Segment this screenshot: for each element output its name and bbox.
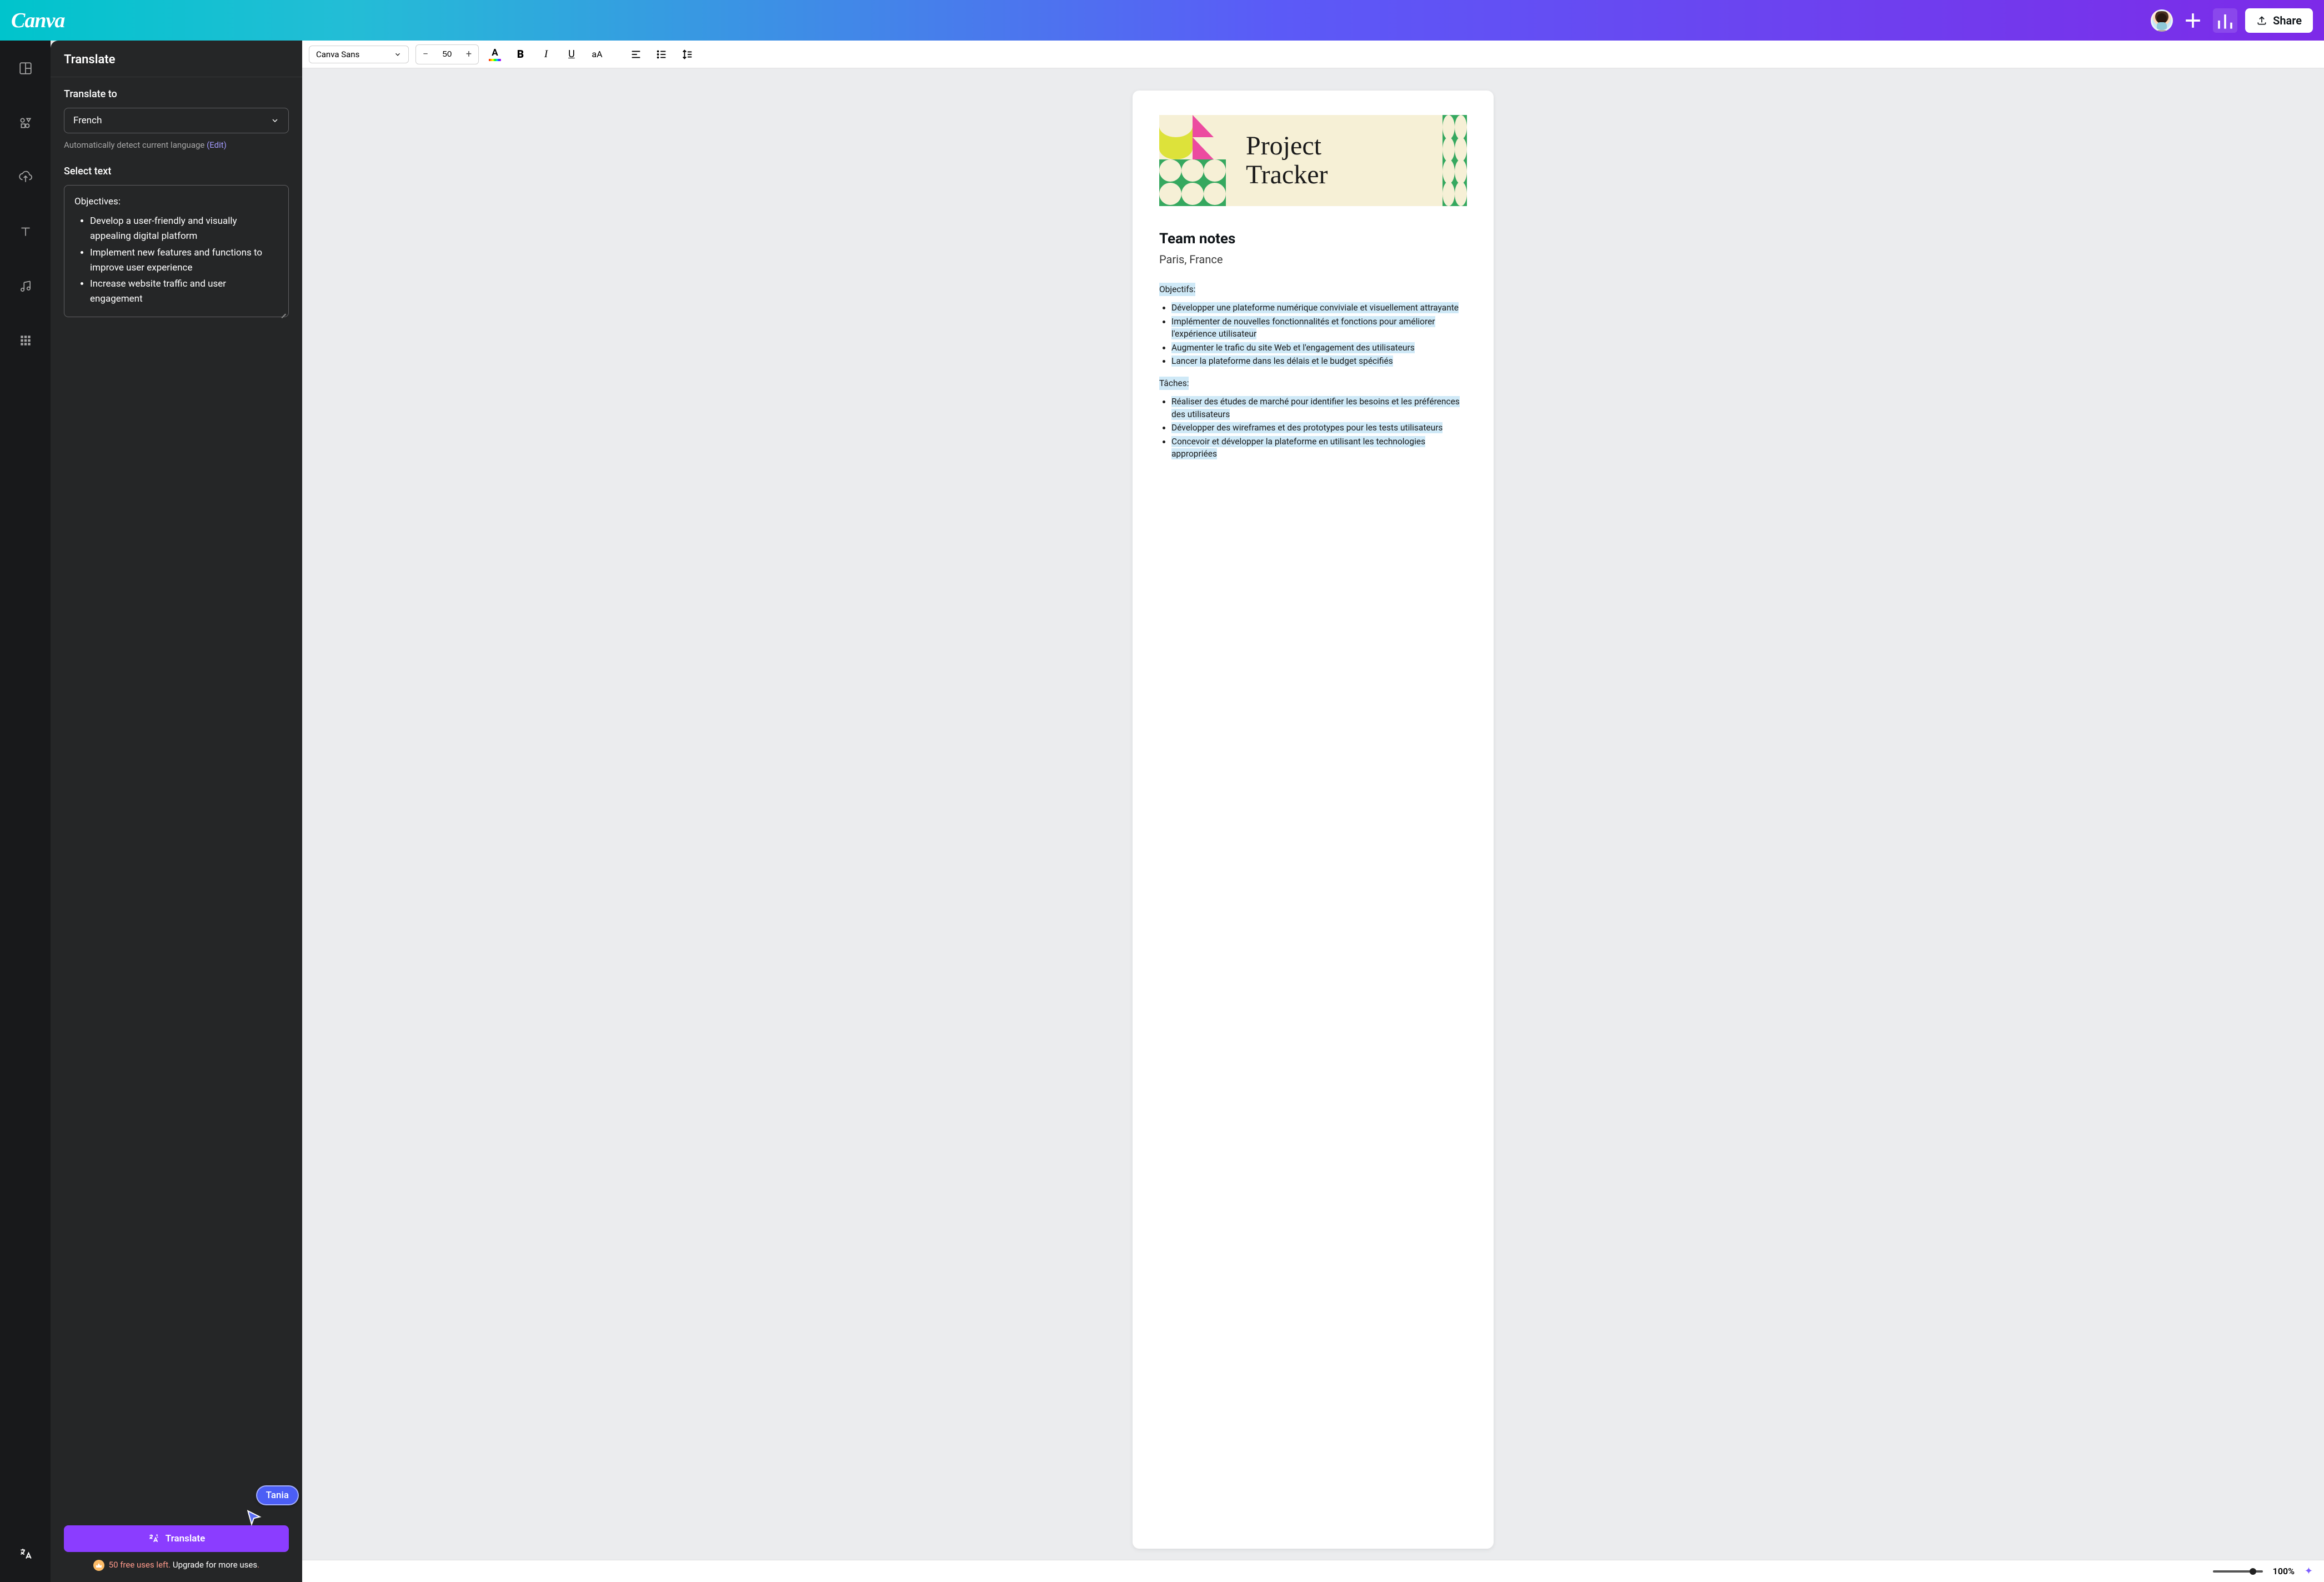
banner-title-line1: Project xyxy=(1246,132,1328,161)
banner-title-line2: Tracker xyxy=(1246,161,1328,189)
translate-panel: Translate Translate to French Automatica… xyxy=(51,41,302,1582)
translate-icon xyxy=(148,1533,159,1544)
canvas-scroll[interactable]: Project Tracker Team notes Paris, France… xyxy=(302,68,2324,1560)
edit-language-link[interactable]: (Edit) xyxy=(207,140,227,150)
rail-uploads[interactable] xyxy=(14,166,37,188)
list-item: Augmenter le trafic du site Web et l'eng… xyxy=(1171,342,1415,353)
document-page[interactable]: Project Tracker Team notes Paris, France… xyxy=(1133,91,1494,1549)
translate-to-label: Translate to xyxy=(64,88,289,100)
text-color-button[interactable]: A xyxy=(485,45,504,64)
banner-title[interactable]: Project Tracker xyxy=(1246,132,1328,189)
doc-body[interactable]: Objectifs: Développer une plateforme num… xyxy=(1159,283,1467,460)
list-item: Développer des wireframes et des prototy… xyxy=(1171,422,1443,433)
share-label: Share xyxy=(2273,14,2302,27)
translate-button[interactable]: Translate xyxy=(64,1525,289,1552)
language-select[interactable]: French xyxy=(64,108,289,133)
rail-text[interactable] xyxy=(14,221,37,243)
underline-button[interactable]: U xyxy=(562,45,581,64)
panel-footer: Translate 50 free uses left. Upgrade for… xyxy=(51,1525,302,1582)
list-item: Lancer la plateforme dans les délais et … xyxy=(1171,356,1393,367)
analytics-button[interactable] xyxy=(2213,8,2237,33)
doc-subheading[interactable]: Paris, France xyxy=(1159,253,1467,266)
spacing-button[interactable] xyxy=(678,45,697,64)
rail-audio[interactable] xyxy=(14,275,37,297)
rail-elements[interactable] xyxy=(14,112,37,134)
doc-heading[interactable]: Team notes xyxy=(1159,231,1467,247)
source-text-area[interactable]: Objectives: Develop a user-friendly and … xyxy=(64,185,289,317)
language-value: French xyxy=(73,115,102,126)
objectives-heading: Objectifs: xyxy=(1159,283,1195,296)
list-button[interactable] xyxy=(652,45,671,64)
crown-icon xyxy=(93,1560,104,1571)
upload-icon xyxy=(2256,15,2267,26)
rail-apps[interactable] xyxy=(14,329,37,352)
align-left-icon xyxy=(630,48,642,61)
decrease-size-button[interactable]: − xyxy=(416,45,435,64)
increase-size-button[interactable]: + xyxy=(459,45,478,64)
canva-logo[interactable]: Canva xyxy=(11,8,64,33)
detect-language-text: Automatically detect current language (E… xyxy=(64,140,289,150)
cursor-icon xyxy=(245,1509,263,1526)
collaborator-name: Tania xyxy=(256,1485,299,1505)
tasks-heading: Tâches: xyxy=(1159,377,1189,390)
banner: Project Tracker xyxy=(1159,115,1467,206)
italic-button[interactable]: I xyxy=(537,45,555,64)
alignment-button[interactable] xyxy=(627,45,645,64)
list-item: Réaliser des études de marché pour ident… xyxy=(1171,396,1460,419)
list-icon xyxy=(655,48,668,61)
collaborator-cursor: Tania xyxy=(256,1485,299,1526)
top-bar: Canva Share xyxy=(0,0,2324,41)
text-color-icon: A xyxy=(492,47,498,58)
select-text-label: Select text xyxy=(64,166,289,177)
source-list: Develop a user-friendly and visually app… xyxy=(74,214,278,307)
font-size-control: − + xyxy=(415,44,479,64)
tasks-list: Réaliser des études de marché pour ident… xyxy=(1159,395,1467,460)
text-toolbar: Canva Sans − + A B I U aA xyxy=(302,41,2324,68)
status-bar: 100% ✦ xyxy=(302,1560,2324,1582)
text-case-button[interactable]: aA xyxy=(588,45,607,64)
objectives-list: Développer une plateforme numérique conv… xyxy=(1159,302,1467,367)
rail-templates[interactable] xyxy=(14,57,37,79)
left-rail xyxy=(0,41,51,1582)
uses-left-text: 50 free uses left. xyxy=(109,1560,171,1570)
chevron-down-icon xyxy=(394,51,402,58)
zoom-label[interactable]: 100% xyxy=(2273,1566,2295,1576)
source-item: Implement new features and functions to … xyxy=(90,246,278,276)
share-button[interactable]: Share xyxy=(2245,8,2313,33)
add-button[interactable] xyxy=(2181,8,2205,33)
list-item: Développer une plateforme numérique conv… xyxy=(1171,302,1459,313)
banner-art-left xyxy=(1159,115,1226,206)
translate-button-label: Translate xyxy=(166,1533,205,1544)
panel-title: Translate xyxy=(51,41,302,77)
rail-translate[interactable] xyxy=(14,1543,37,1565)
upgrade-row: 50 free uses left. Upgrade for more uses… xyxy=(64,1560,289,1571)
resize-handle-icon[interactable] xyxy=(279,308,286,314)
list-item: Implémenter de nouvelles fonctionnalités… xyxy=(1171,316,1435,339)
detect-text-label: Automatically detect current language xyxy=(64,140,207,150)
spacing-icon xyxy=(681,48,693,61)
source-heading: Objectives: xyxy=(74,194,278,209)
source-item: Develop a user-friendly and visually app… xyxy=(90,214,278,244)
zoom-slider[interactable] xyxy=(2213,1570,2263,1573)
font-size-input[interactable] xyxy=(435,49,459,59)
font-name: Canva Sans xyxy=(316,49,359,59)
source-item: Increase website traffic and user engage… xyxy=(90,277,278,307)
bold-button[interactable]: B xyxy=(511,45,530,64)
magic-icon[interactable]: ✦ xyxy=(2305,1565,2313,1577)
list-item: Concevoir et développer la plateforme en… xyxy=(1171,436,1425,459)
top-bar-right: Share xyxy=(2151,8,2313,33)
banner-art-right xyxy=(1443,115,1467,206)
chevron-down-icon xyxy=(271,116,279,125)
canvas-area: Canva Sans − + A B I U aA xyxy=(302,41,2324,1582)
avatar[interactable] xyxy=(2151,9,2173,32)
upgrade-link[interactable]: Upgrade for more uses xyxy=(173,1560,257,1570)
font-select[interactable]: Canva Sans xyxy=(309,46,409,63)
